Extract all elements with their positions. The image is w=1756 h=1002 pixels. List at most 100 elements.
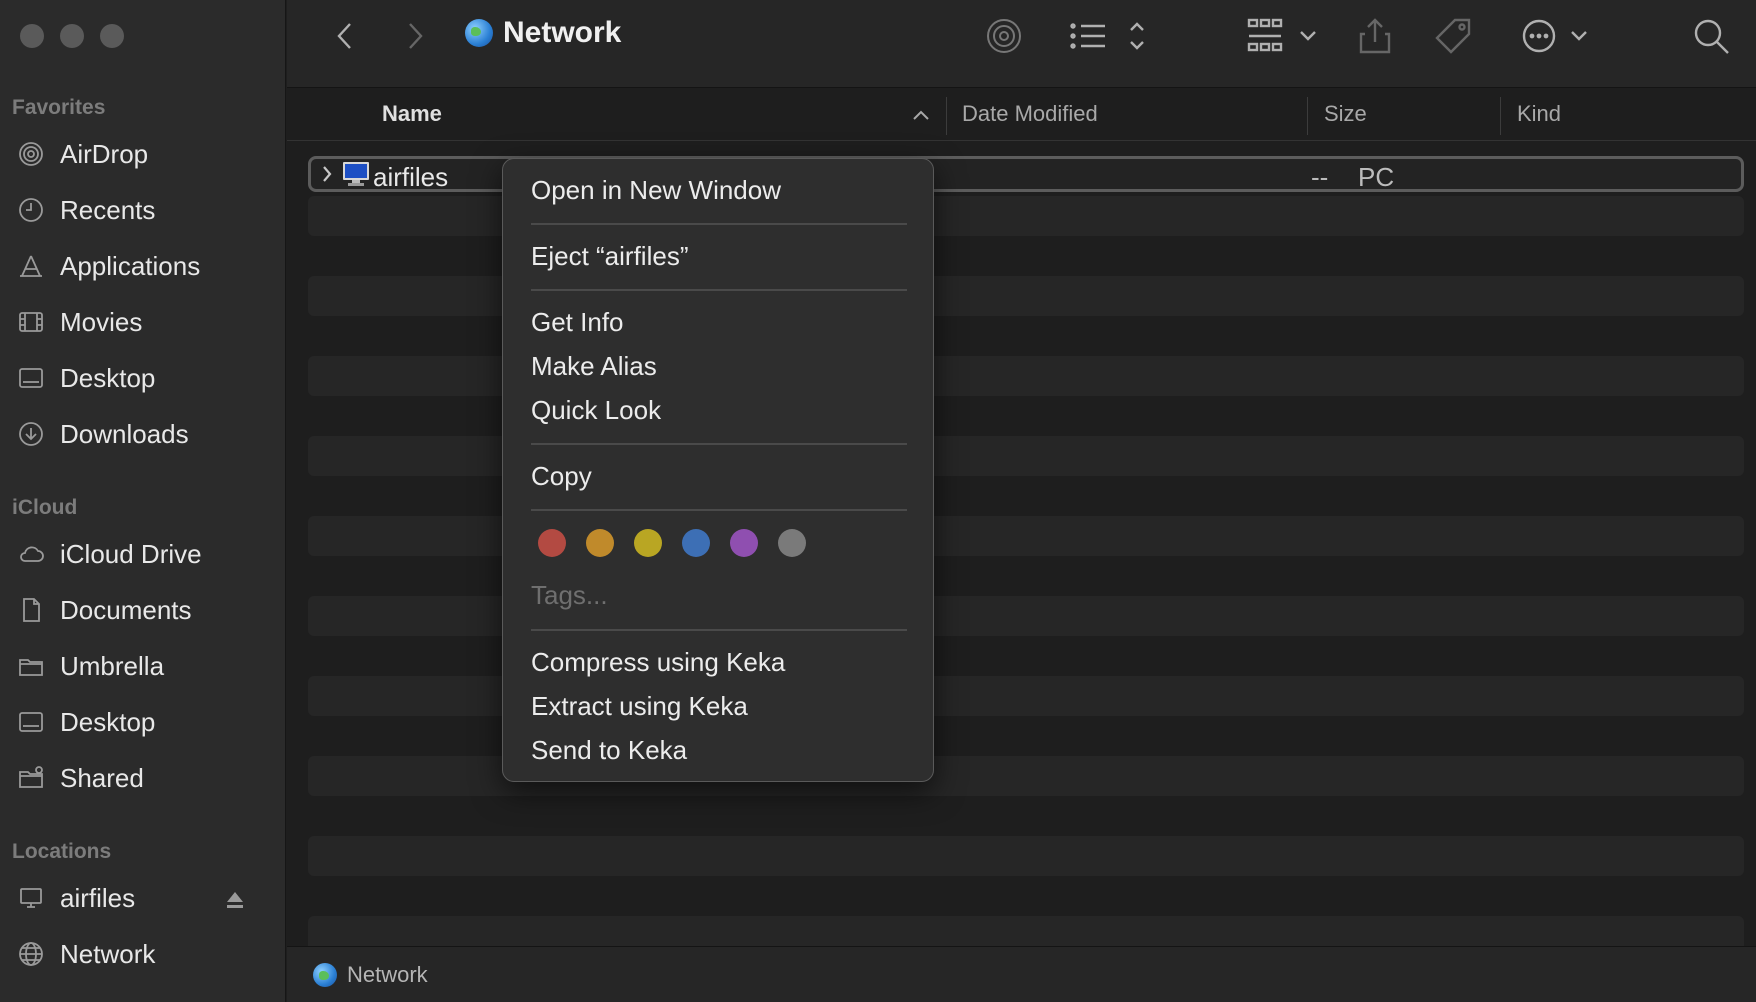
view-options-button[interactable]	[1067, 14, 1153, 58]
sidebar-item-label: Documents	[60, 594, 192, 625]
sidebar-item-label: Recents	[60, 194, 156, 225]
more-actions-button[interactable]	[1519, 14, 1599, 58]
column-name[interactable]: Name	[382, 101, 442, 127]
sidebar-section-favorites: Favorites	[12, 96, 106, 119]
sidebar-item-downloads[interactable]: Downloads	[16, 412, 266, 456]
tag-red-button[interactable]	[538, 529, 566, 557]
network-globe-icon	[465, 19, 493, 47]
sidebar-item-recents[interactable]: Recents	[16, 188, 266, 232]
row-kind: PC	[1358, 161, 1395, 192]
computer-icon	[16, 883, 46, 913]
chevron-right-icon	[409, 23, 423, 49]
sidebar-item-label: Desktop	[60, 706, 156, 737]
row-size: --	[1311, 161, 1329, 192]
zoom-window-button[interactable]	[100, 24, 124, 48]
grid-icon	[1247, 18, 1316, 52]
sidebar-item-label: Desktop	[60, 362, 156, 393]
menu-item-extract-keka[interactable]: Extract using Keka	[531, 691, 748, 722]
menu-item-compress-keka[interactable]: Compress using Keka	[531, 647, 785, 678]
sidebar-item-label: Shared	[60, 762, 144, 793]
menu-item-copy[interactable]: Copy	[531, 461, 592, 492]
document-icon	[16, 595, 46, 625]
airdrop-icon	[16, 139, 46, 169]
context-menu: Open in New Window Eject “airfiles” Get …	[502, 158, 934, 782]
share-icon	[1359, 18, 1391, 54]
close-window-button[interactable]	[20, 24, 44, 48]
clock-icon	[16, 195, 46, 225]
column-kind[interactable]: Kind	[1517, 101, 1561, 127]
sidebar-item-umbrella[interactable]: Umbrella	[16, 644, 266, 688]
desktop-icon	[16, 363, 46, 393]
applications-icon	[16, 251, 46, 281]
tag-gray-button[interactable]	[778, 529, 806, 557]
globe-icon	[16, 939, 46, 969]
sidebar-item-network[interactable]: Network	[16, 932, 266, 976]
airdrop-icon	[987, 19, 1021, 53]
forward-button[interactable]	[397, 14, 433, 58]
chevron-left-icon	[337, 23, 351, 49]
menu-item-make-alias[interactable]: Make Alias	[531, 351, 657, 382]
sidebar-item-label: Downloads	[60, 418, 189, 449]
sidebar-item-label: Movies	[60, 306, 143, 337]
window-title: Network	[465, 16, 621, 50]
menu-separator	[531, 443, 907, 445]
menu-item-open-in-new-window[interactable]: Open in New Window	[531, 175, 781, 206]
menu-item-send-to-keka[interactable]: Send to Keka	[531, 735, 687, 766]
window-controls	[20, 24, 124, 48]
sidebar-item-label: airfiles	[60, 882, 136, 913]
airdrop-button[interactable]	[981, 14, 1027, 58]
tags-input[interactable]: Tags...	[531, 580, 608, 611]
sidebar-item-movies[interactable]: Movies	[16, 300, 266, 344]
sidebar-item-desktop[interactable]: Desktop	[16, 356, 266, 400]
menu-separator	[531, 509, 907, 511]
column-separator[interactable]	[1500, 97, 1501, 135]
group-button[interactable]	[1247, 14, 1323, 58]
column-size[interactable]: Size	[1324, 101, 1367, 127]
column-date-modified[interactable]: Date Modified	[962, 101, 1098, 127]
menu-item-get-info[interactable]: Get Info	[531, 307, 624, 338]
sidebar-item-icloud-drive[interactable]: iCloud Drive	[16, 532, 266, 576]
network-globe-icon	[313, 962, 337, 987]
disclosure-chevron-icon[interactable]	[321, 165, 333, 183]
tag-icon	[1435, 18, 1471, 54]
tag-blue-button[interactable]	[682, 529, 710, 557]
sidebar-item-label: Applications	[60, 250, 201, 281]
eject-icon[interactable]	[224, 887, 246, 909]
menu-item-quick-look[interactable]: Quick Look	[531, 395, 661, 426]
menu-separator	[531, 289, 907, 291]
share-button[interactable]	[1355, 14, 1395, 58]
status-bar-location: Network	[347, 961, 428, 987]
sidebar-item-shared[interactable]: Shared	[16, 756, 266, 800]
list-stripe	[308, 836, 1744, 876]
column-separator[interactable]	[946, 97, 947, 135]
sidebar-item-label: AirDrop	[60, 138, 149, 169]
sidebar-item-label: Network	[60, 938, 156, 969]
minimize-window-button[interactable]	[60, 24, 84, 48]
film-icon	[16, 307, 46, 337]
sidebar: Favorites AirDrop Recents Applications M…	[0, 0, 286, 1002]
sidebar-item-desktop-icloud[interactable]: Desktop	[16, 700, 266, 744]
menu-item-eject[interactable]: Eject “airfiles”	[531, 241, 688, 272]
back-button[interactable]	[327, 14, 363, 58]
list-view-icon	[1070, 22, 1144, 50]
sidebar-item-airdrop[interactable]: AirDrop	[16, 132, 266, 176]
window-title-label: Network	[503, 16, 622, 49]
download-icon	[16, 419, 46, 449]
search-button[interactable]	[1689, 14, 1733, 58]
sidebar-item-label: Umbrella	[60, 650, 165, 681]
row-name: airfiles	[373, 161, 449, 192]
search-icon	[1694, 19, 1729, 54]
tag-orange-button[interactable]	[586, 529, 614, 557]
column-separator[interactable]	[1307, 97, 1308, 135]
menu-separator	[531, 223, 907, 225]
tags-button[interactable]	[1431, 14, 1475, 58]
toolbar: Network	[287, 0, 1756, 88]
cloud-icon	[16, 539, 46, 569]
sidebar-item-applications[interactable]: Applications	[16, 244, 266, 288]
status-bar: Network	[287, 946, 1756, 1002]
tag-yellow-button[interactable]	[634, 529, 662, 557]
sidebar-section-locations: Locations	[12, 840, 112, 863]
sidebar-item-documents[interactable]: Documents	[16, 588, 266, 632]
tag-purple-button[interactable]	[730, 529, 758, 557]
sidebar-item-airfiles[interactable]: airfiles	[16, 876, 266, 920]
